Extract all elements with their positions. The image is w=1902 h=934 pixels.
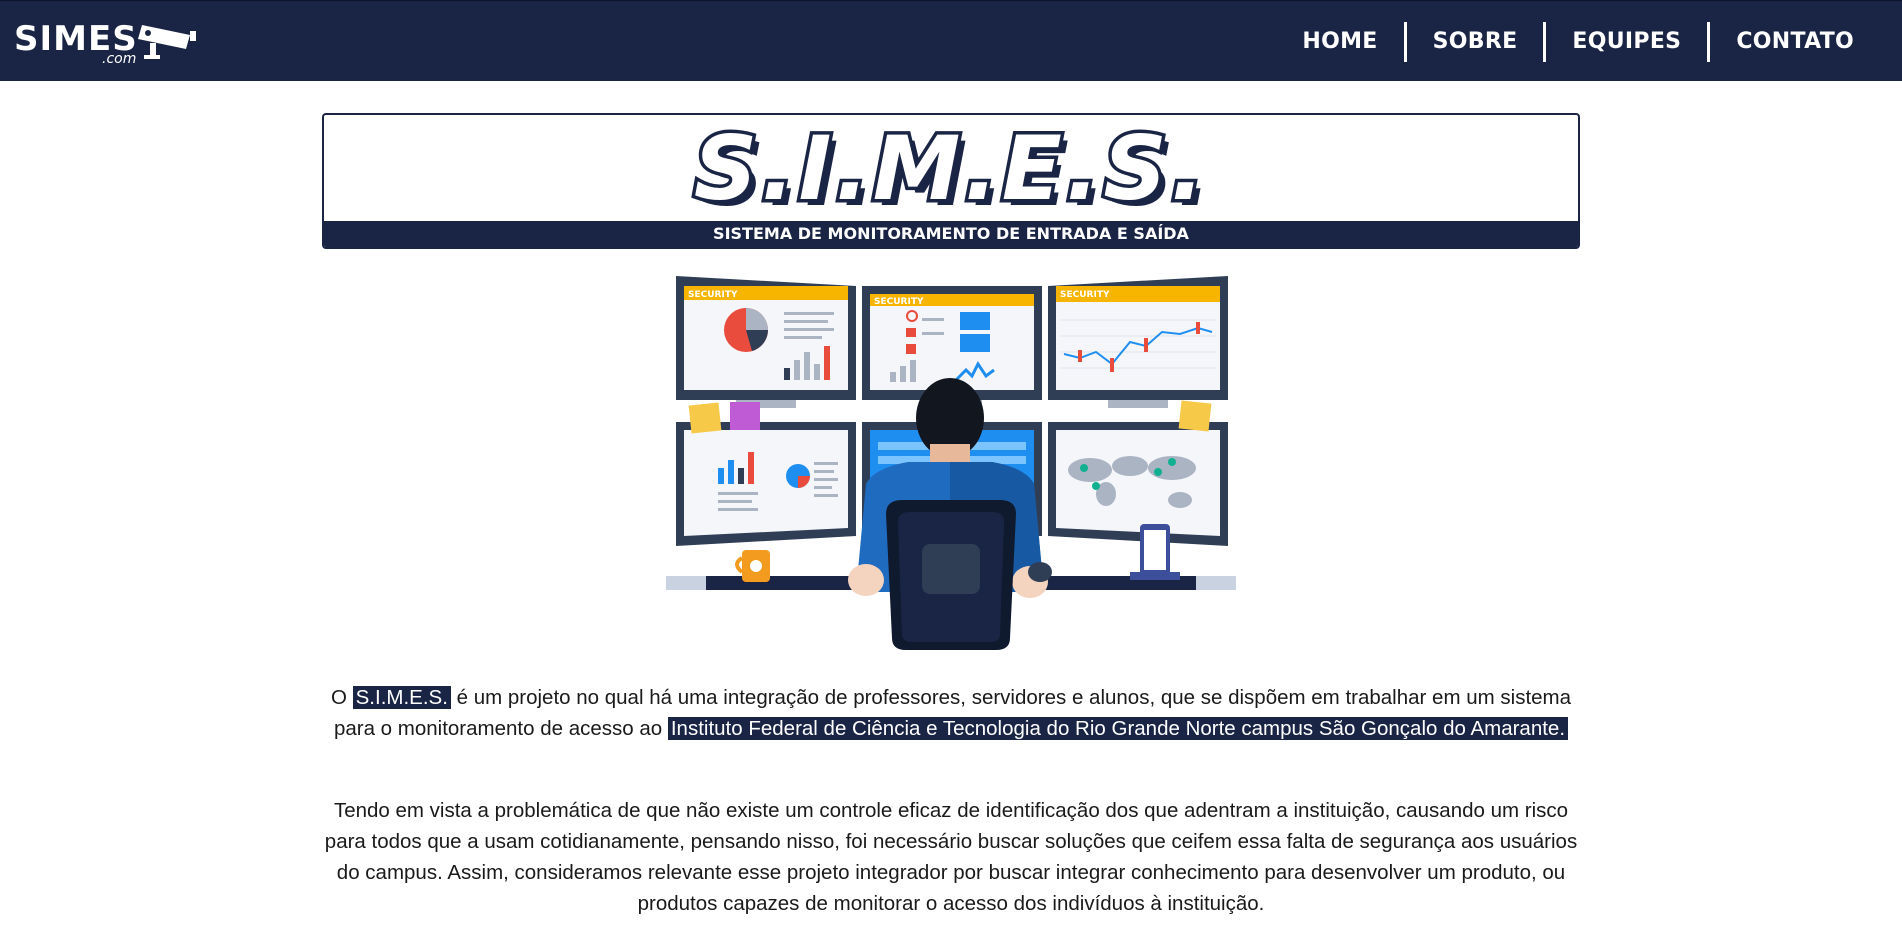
- monitor-bottom-right: [1048, 422, 1228, 546]
- institution-highlight: Instituto Federal de Ciência e Tecnologi…: [667, 717, 1569, 740]
- nav-contato[interactable]: CONTATO: [1710, 21, 1880, 63]
- monitor-bottom-left: [676, 422, 856, 546]
- banner-title: S.I.M.E.S.: [690, 117, 1209, 220]
- hero-banner: S.I.M.E.S. SISTEMA DE MONITORAMENTO DE E…: [322, 113, 1580, 249]
- intro-prefix: O: [330, 686, 353, 709]
- site-logo[interactable]: SIMES .com: [14, 17, 196, 69]
- main-nav: HOME SOBRE EQUIPES CONTATO: [1276, 21, 1880, 63]
- svg-text:SECURITY: SECURITY: [688, 290, 738, 300]
- logo-domain: .com: [102, 51, 137, 67]
- problem-paragraph: Tendo em vista a problemática de que não…: [324, 799, 1578, 915]
- top-navbar: SIMES .com HOME SOBRE EQUIPES CONTATO: [0, 0, 1902, 81]
- nav-sobre[interactable]: SOBRE: [1407, 21, 1544, 63]
- nav-equipes[interactable]: EQUIPES: [1546, 21, 1707, 63]
- banner-subtitle: SISTEMA DE MONITORAMENTO DE ENTRADA E SA…: [324, 221, 1578, 247]
- intro-paragraph: O S.I.M.E.S. é um projeto no qual há uma…: [322, 682, 1580, 744]
- security-monitoring-illustration: SECURITY SECURITY SECURITY: [666, 276, 1236, 650]
- svg-text:SECURITY: SECURITY: [874, 297, 924, 307]
- monitor-top-right: SECURITY: [1048, 276, 1228, 400]
- nav-home[interactable]: HOME: [1276, 21, 1403, 63]
- monitor-top-left: SECURITY: [676, 276, 856, 400]
- project-name-highlight: S.I.M.E.S.: [352, 686, 451, 709]
- svg-text:SECURITY: SECURITY: [1060, 290, 1110, 300]
- security-camera-icon: [138, 25, 196, 59]
